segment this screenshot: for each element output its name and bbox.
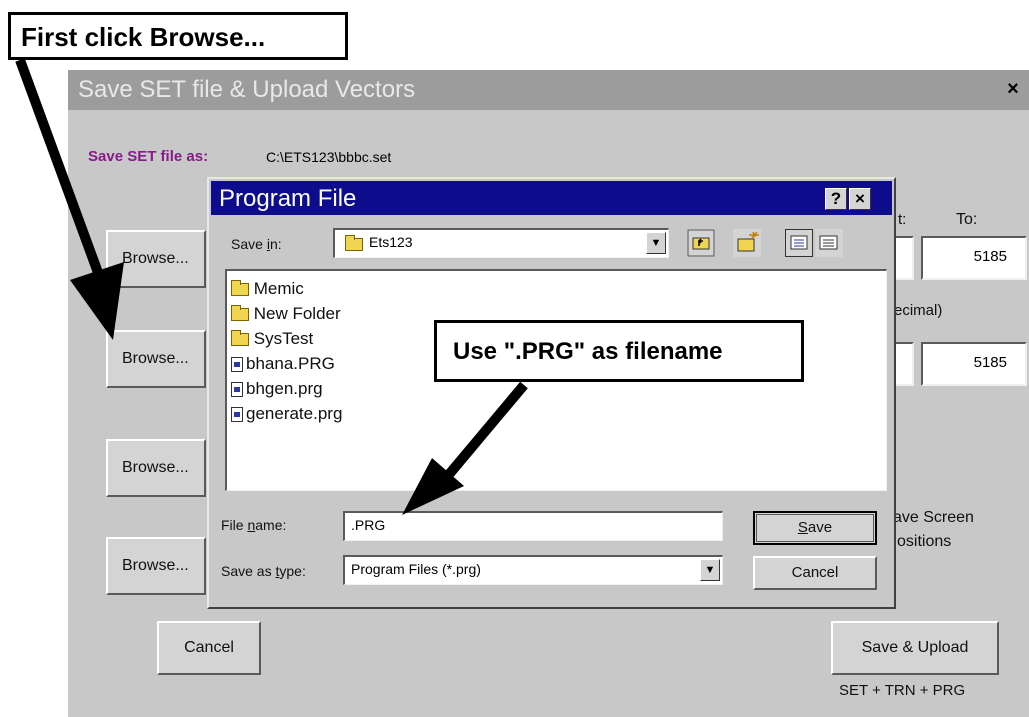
save-upload-subtitle: SET + TRN + PRG [839, 682, 966, 699]
folder-icon [231, 280, 249, 297]
to-label: To: [956, 211, 978, 228]
save-in-value: Ets123 [369, 234, 413, 250]
save-set-title-bar: Save SET file & Upload Vectors × [68, 70, 1029, 110]
program-file-dialog: Program File ? × Save in: Ets123 ▼ Memic… [207, 177, 896, 609]
program-file-title-bar: Program File ? × [211, 181, 892, 215]
first-click-browse-callout: First click Browse... [8, 12, 348, 60]
save-set-label: Save SET file as: [88, 148, 209, 165]
folder-icon [231, 330, 249, 347]
save-as-type-label: Save as type: [221, 563, 306, 579]
file-name-label: File name: [221, 517, 287, 533]
list-item[interactable]: generate.prg [231, 404, 342, 424]
list-item[interactable]: bhana.PRG [231, 354, 335, 374]
browse-button-3[interactable]: Browse... [106, 439, 206, 497]
to-field-1[interactable]: 5185 [921, 236, 1027, 280]
list-item[interactable]: Memic [231, 279, 304, 299]
cancel-button[interactable]: Cancel [753, 556, 877, 590]
save-button[interactable]: Save [753, 511, 877, 545]
from-field-1-partial[interactable] [894, 236, 914, 280]
save-set-title: Save SET file & Upload Vectors [78, 76, 416, 103]
new-folder-icon[interactable] [733, 229, 761, 257]
save-screen-label-2: ositions [897, 533, 952, 550]
cancel-button[interactable]: Cancel [157, 621, 261, 675]
file-name-input[interactable]: .PRG [343, 511, 723, 541]
save-upload-button[interactable]: Save & Upload [831, 621, 999, 675]
from-field-2-partial[interactable] [894, 342, 914, 386]
help-icon[interactable]: ? [825, 188, 847, 210]
list-item[interactable]: New Folder [231, 304, 341, 324]
browse-button-2[interactable]: Browse... [106, 330, 206, 388]
to-field-2[interactable]: 5185 [921, 342, 1027, 386]
file-icon [231, 357, 243, 373]
use-prg-filename-callout: Use ".PRG" as filename [434, 320, 804, 382]
close-icon[interactable]: × [1003, 78, 1023, 100]
decimal-label-partial: ecimal) [894, 302, 943, 319]
from-label-partial: t: [898, 211, 907, 228]
chevron-down-icon[interactable]: ▼ [646, 232, 666, 254]
folder-icon [345, 235, 363, 254]
save-in-select[interactable]: Ets123 ▼ [333, 228, 669, 258]
close-icon[interactable]: × [849, 188, 871, 210]
details-view-icon[interactable] [815, 229, 843, 257]
list-view-icon[interactable] [785, 229, 813, 257]
browse-button-4[interactable]: Browse... [106, 537, 206, 595]
list-item[interactable]: SysTest [231, 329, 313, 349]
chevron-down-icon[interactable]: ▼ [700, 559, 720, 581]
browse-button-1[interactable]: Browse... [106, 230, 206, 288]
save-as-type-select[interactable]: Program Files (*.prg) ▼ [343, 555, 723, 585]
save-as-type-value: Program Files (*.prg) [351, 561, 481, 577]
folder-icon [231, 305, 249, 322]
save-in-label: Save in: [231, 236, 282, 252]
list-item[interactable]: bhgen.prg [231, 379, 323, 399]
up-folder-icon[interactable] [687, 229, 715, 257]
save-set-path: C:\ETS123\bbbc.set [266, 149, 392, 165]
file-icon [231, 382, 243, 398]
program-file-title: Program File [219, 185, 357, 212]
save-screen-label-1: ave Screen [893, 509, 974, 526]
file-icon [231, 407, 243, 423]
